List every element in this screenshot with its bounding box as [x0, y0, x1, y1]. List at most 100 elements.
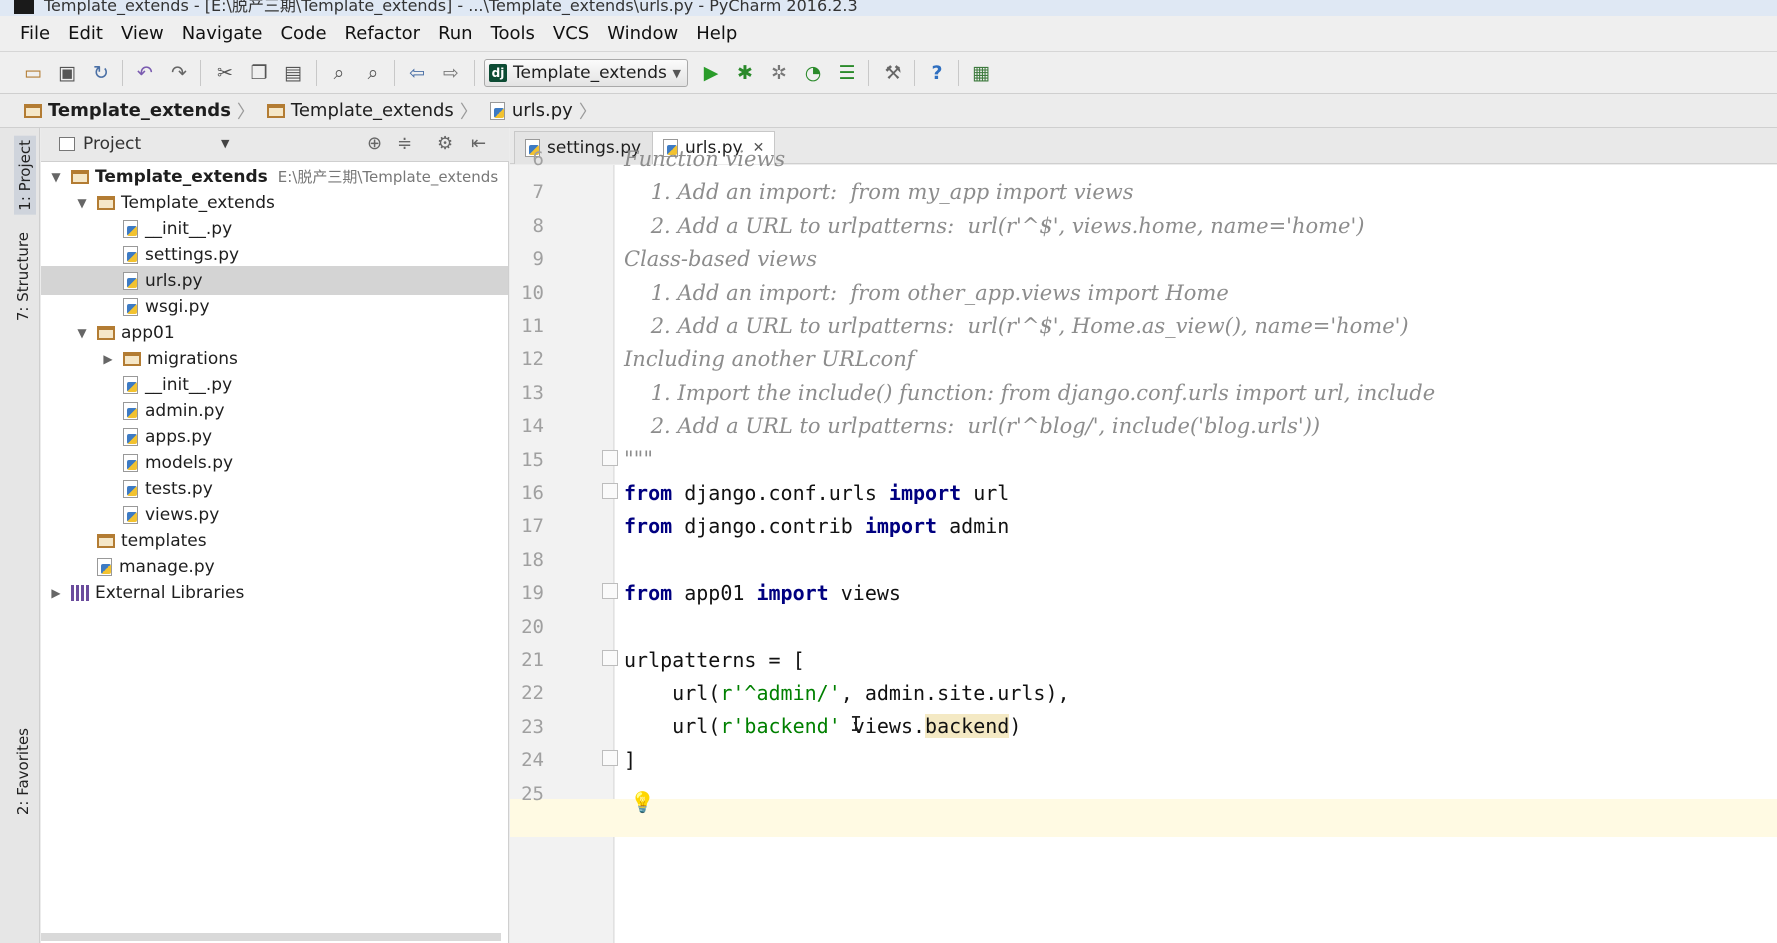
profile-icon[interactable]: ◔ — [800, 60, 826, 86]
menu-view[interactable]: View — [121, 23, 164, 44]
menu-edit[interactable]: Edit — [68, 23, 103, 44]
menu-file[interactable]: File — [20, 23, 50, 44]
tree-item[interactable]: apps.py — [41, 422, 508, 451]
code-line-9: Class-based views — [624, 247, 817, 271]
menu-code[interactable]: Code — [280, 23, 326, 44]
menu-bar: File Edit View Navigate Code Refactor Ru… — [0, 16, 1777, 52]
coverage-icon[interactable]: ✲ — [766, 60, 792, 86]
collapse-arrow-icon[interactable]: ▶ — [49, 586, 63, 600]
tree-item-label: migrations — [147, 348, 238, 369]
tree-item[interactable]: ▶ migrations — [41, 344, 508, 373]
line-number: 8 — [532, 214, 544, 237]
sync-icon[interactable]: ↻ — [88, 60, 114, 86]
menu-navigate[interactable]: Navigate — [182, 23, 263, 44]
concurrency-icon[interactable]: ☰ — [834, 60, 860, 86]
fold-marker[interactable] — [602, 750, 618, 766]
locate-icon[interactable]: ⊕ — [367, 133, 382, 154]
tree-item-label: apps.py — [145, 426, 213, 447]
tree-item[interactable]: wsgi.py — [41, 292, 508, 321]
run-configuration-select[interactable]: dj Template_extends ▼ — [484, 59, 688, 87]
breadcrumb-package[interactable]: Template_extends 〉 — [266, 98, 486, 124]
gear-icon[interactable]: ⚙ — [437, 133, 453, 154]
vcs-icon[interactable]: ▦ — [968, 60, 994, 86]
tree-item[interactable]: ▼ Template_extends E:\脱产三期\Template_extend… — [41, 162, 508, 191]
tree-item[interactable]: manage.py — [41, 552, 508, 581]
tool-tab-favorites[interactable]: 2: Favorites — [14, 728, 32, 815]
breadcrumb-project[interactable]: Template_extends 〉 — [24, 98, 263, 124]
collapse-all-icon[interactable]: ≑ — [397, 133, 412, 154]
menu-vcs[interactable]: VCS — [553, 23, 589, 44]
line-number: 23 — [521, 715, 544, 738]
menu-window[interactable]: Window — [607, 23, 678, 44]
redo-icon[interactable]: ↷ — [166, 60, 192, 86]
line-number: 7 — [532, 181, 544, 204]
fold-marker[interactable] — [602, 450, 618, 466]
tree-item-label: wsgi.py — [145, 296, 210, 317]
line-number: 12 — [521, 348, 544, 371]
tree-item[interactable]: ▼ Template_extends — [41, 188, 508, 217]
fold-marker[interactable] — [602, 483, 618, 499]
tree-item-label: admin.py — [145, 400, 225, 421]
settings-icon[interactable]: ⚒ — [880, 60, 906, 86]
expand-arrow-icon[interactable]: ▼ — [75, 196, 89, 210]
tree-item[interactable]: views.py — [41, 500, 508, 529]
fold-marker[interactable] — [602, 583, 618, 599]
line-number: 21 — [521, 649, 544, 671]
menu-run[interactable]: Run — [438, 23, 473, 44]
python-file-icon — [123, 219, 139, 238]
help-icon[interactable]: ? — [924, 60, 950, 86]
find-icon[interactable]: ⌕ — [326, 60, 352, 86]
tool-tab-structure[interactable]: 7: Structure — [14, 232, 32, 321]
expand-arrow-icon[interactable]: ▼ — [49, 170, 63, 184]
open-icon[interactable]: ▭ — [20, 60, 46, 86]
breadcrumb-file[interactable]: urls.py 〉 — [489, 98, 605, 124]
cut-icon[interactable]: ✂ — [212, 60, 238, 86]
tree-item-label: Template_extends — [121, 192, 275, 213]
project-scrollbar[interactable] — [41, 933, 501, 941]
tree-item[interactable]: __init__.py — [41, 370, 508, 399]
line-number: 10 — [521, 281, 544, 304]
project-tree: ▼ Template_extends E:\脱产三期\Template_extend… — [41, 162, 509, 943]
django-icon: dj — [489, 64, 507, 82]
menu-help[interactable]: Help — [696, 23, 737, 44]
tool-tab-project[interactable]: 1: Project — [14, 136, 36, 215]
lightbulb-icon[interactable]: 💡 — [630, 790, 655, 814]
copy-icon[interactable]: ❐ — [246, 60, 272, 86]
tree-item[interactable]: admin.py — [41, 396, 508, 425]
line-number: 18 — [521, 548, 544, 571]
line-number: 15 — [521, 448, 544, 471]
chevron-down-icon[interactable]: ▼ — [221, 137, 229, 150]
tree-item[interactable]: models.py — [41, 448, 508, 477]
hide-panel-icon[interactable]: ⇤ — [471, 133, 486, 154]
tree-item[interactable]: tests.py — [41, 474, 508, 503]
line-number: 14 — [521, 415, 544, 438]
pycharm-logo-icon — [14, 0, 34, 14]
menu-tools[interactable]: Tools — [491, 23, 535, 44]
tree-item[interactable]: settings.py — [41, 240, 508, 269]
tree-item[interactable]: __init__.py — [41, 214, 508, 243]
tree-item[interactable]: ▼ app01 — [41, 318, 508, 347]
replace-icon[interactable]: ⌕ — [360, 60, 386, 86]
left-tool-strip: 1: Project 7: Structure 2: Favorites — [0, 128, 40, 943]
back-icon[interactable]: ⇦ — [404, 60, 430, 86]
python-file-icon — [123, 453, 139, 472]
python-file-icon — [123, 375, 139, 394]
folder-icon — [24, 103, 42, 118]
tree-item[interactable]: urls.py — [41, 266, 508, 295]
paste-icon[interactable]: ▤ — [280, 60, 306, 86]
fold-marker[interactable] — [602, 650, 618, 666]
expand-arrow-icon[interactable]: ▼ — [75, 326, 89, 340]
debug-icon[interactable]: ✱ — [732, 60, 758, 86]
tree-item[interactable]: templates — [41, 526, 508, 555]
save-icon[interactable]: ▣ — [54, 60, 80, 86]
run-icon[interactable]: ▶ — [698, 60, 724, 86]
forward-icon[interactable]: ⇨ — [438, 60, 464, 86]
undo-icon[interactable]: ↶ — [132, 60, 158, 86]
tree-item-label: templates — [121, 530, 207, 551]
python-file-icon — [97, 557, 113, 576]
collapse-arrow-icon[interactable]: ▶ — [101, 352, 115, 366]
project-view-select[interactable]: Project — [59, 134, 141, 154]
tree-item[interactable]: ▶ External Libraries — [41, 578, 508, 607]
menu-refactor[interactable]: Refactor — [345, 23, 421, 44]
main-toolbar: ▭ ▣ ↻ ↶ ↷ ✂ ❐ ▤ ⌕ ⌕ ⇦ ⇨ dj Template_exte… — [0, 52, 1777, 94]
